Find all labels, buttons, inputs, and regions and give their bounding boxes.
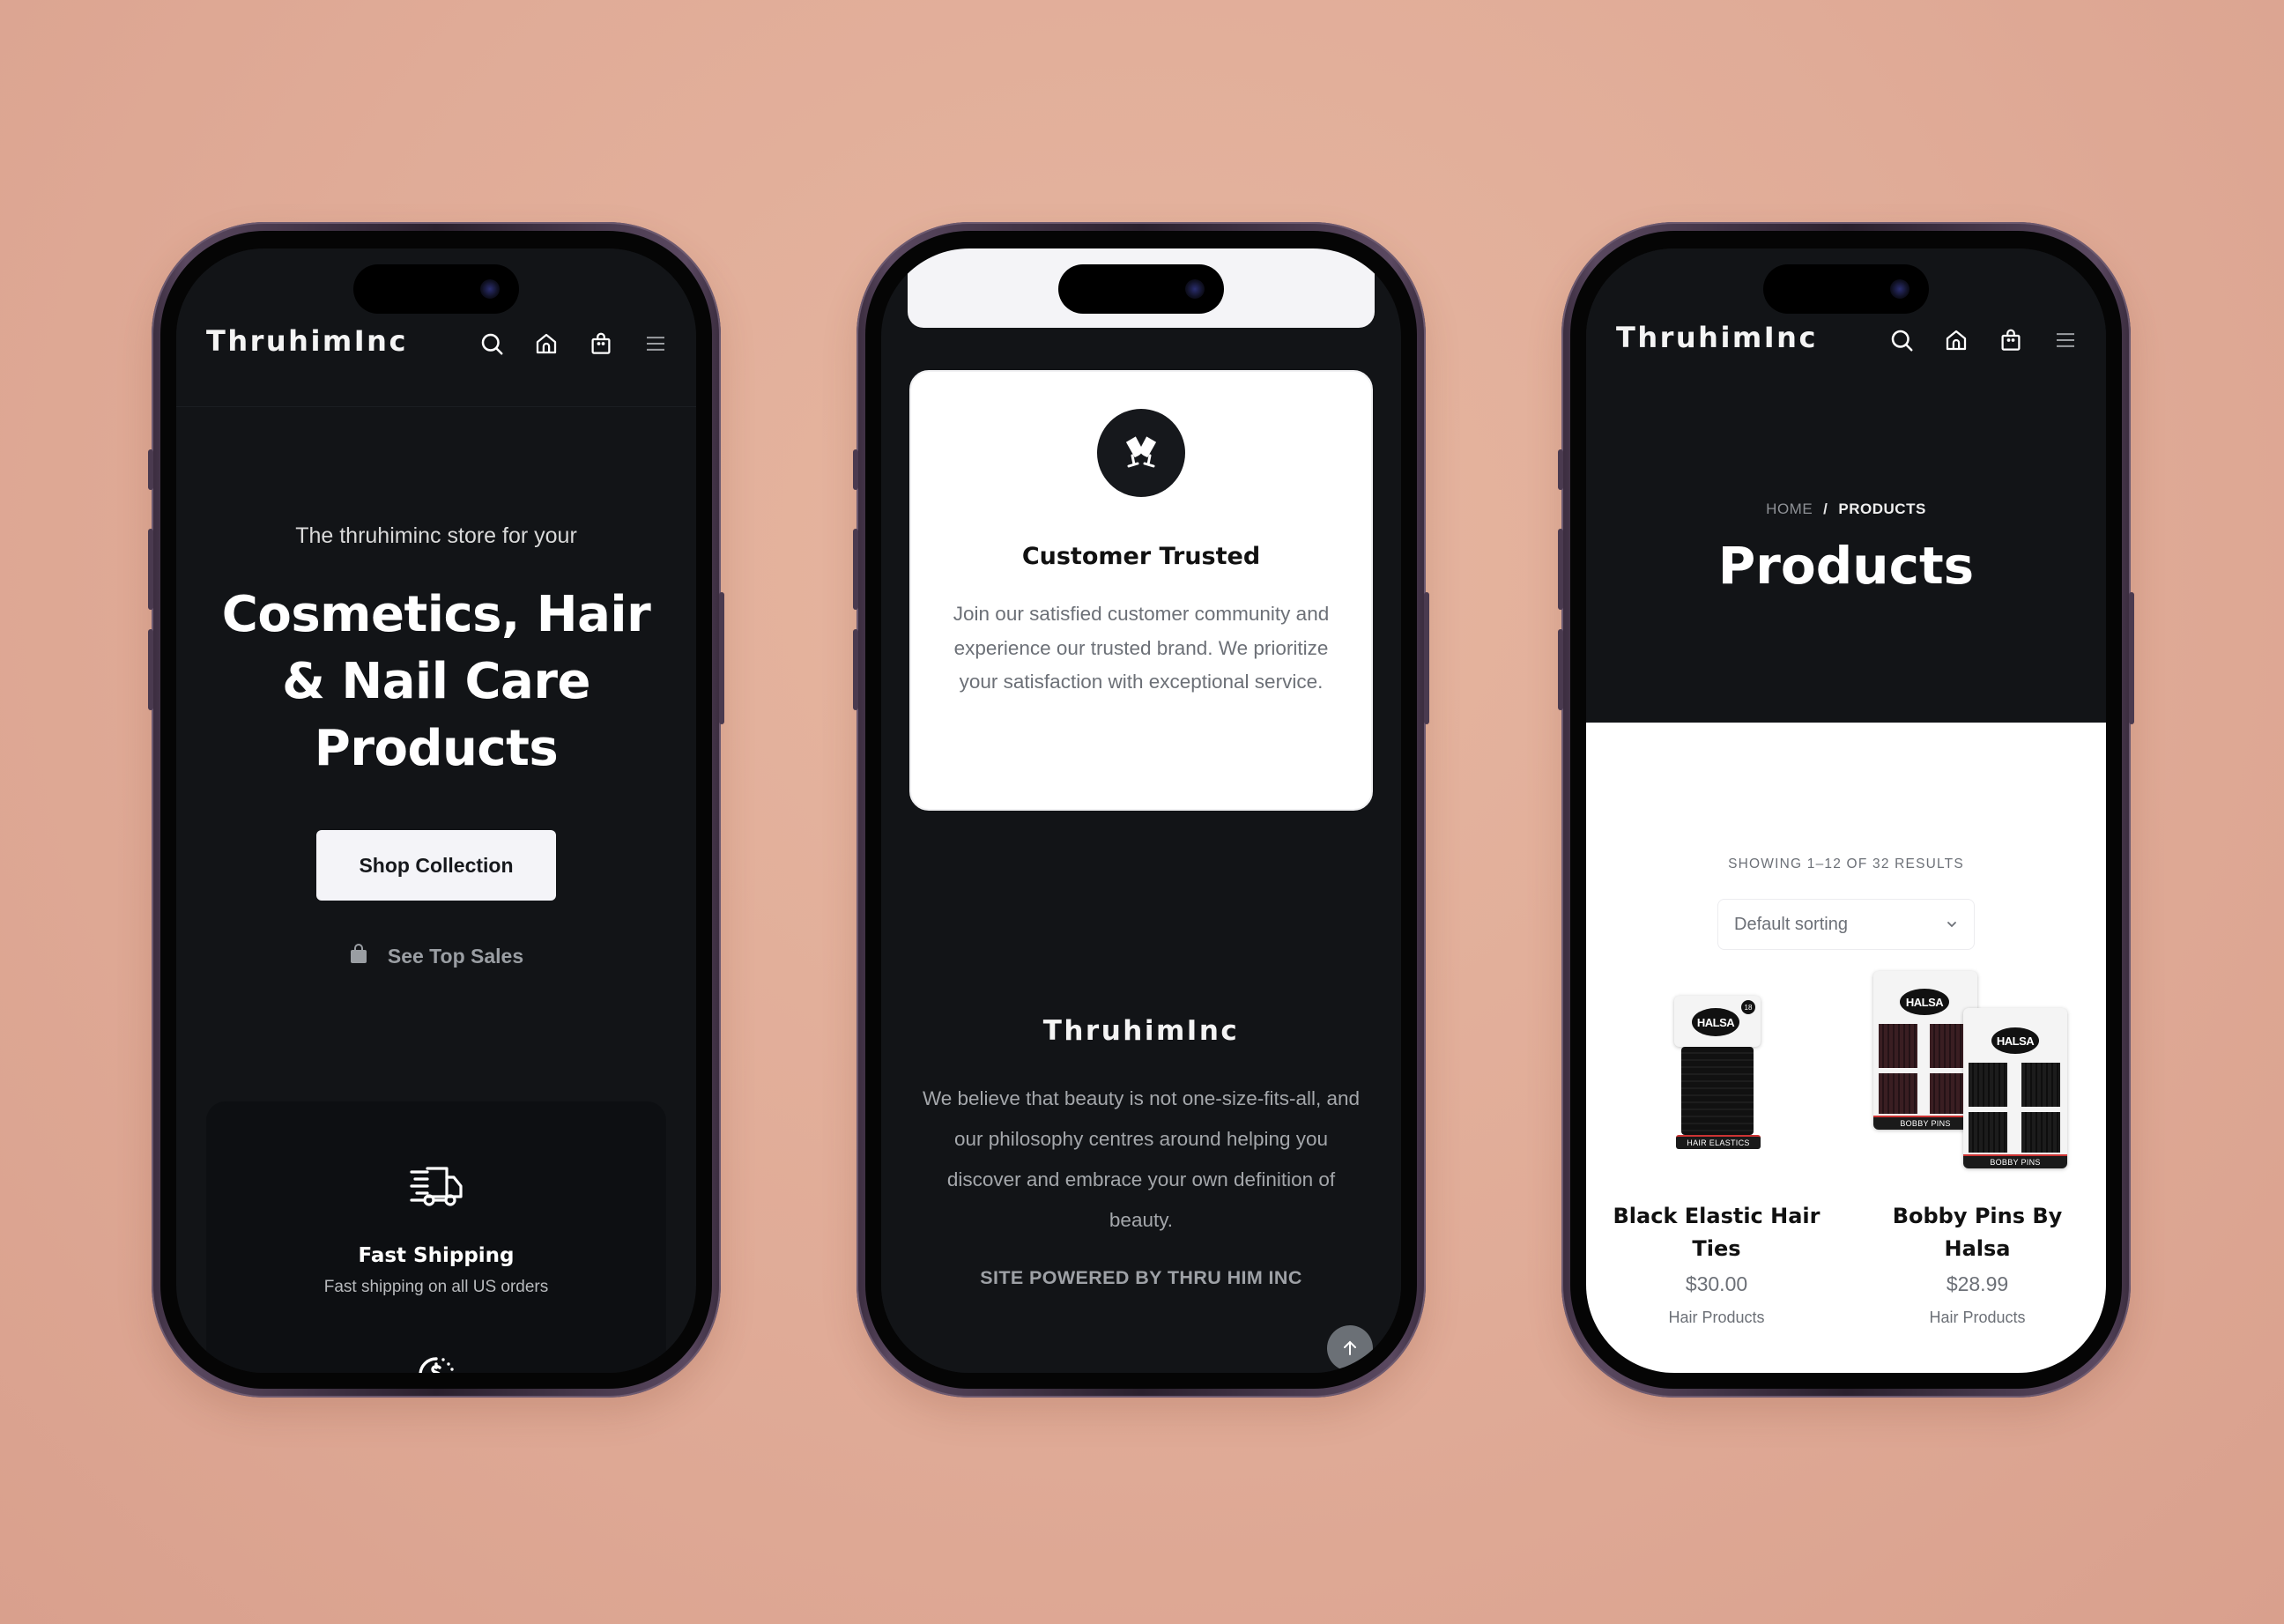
- product-price: $28.99: [1946, 1272, 2009, 1295]
- feature-card-customer-trusted: Customer Trusted Join our satisfied cust…: [909, 370, 1373, 811]
- bobby-pin-set: [1879, 1073, 1917, 1114]
- scroll-to-top-button[interactable]: [1327, 1325, 1373, 1371]
- package-label: BOBBY PINS: [1873, 1116, 1977, 1130]
- volume-up-button: [148, 529, 153, 610]
- camera-icon: [1185, 279, 1205, 299]
- screen-about: Customer Trusted Join our satisfied cust…: [881, 248, 1401, 1373]
- dynamic-island: [353, 264, 519, 314]
- home-icon[interactable]: [1942, 326, 1970, 354]
- shop-collection-button[interactable]: Shop Collection: [316, 830, 556, 901]
- product-category[interactable]: Hair Products: [1859, 1309, 2095, 1327]
- bobby-pin-set: [1969, 1063, 2007, 1107]
- breadcrumb-home-link[interactable]: HOME: [1766, 501, 1813, 518]
- product-name[interactable]: Bobby Pins By Halsa: [1859, 1200, 2095, 1265]
- power-button: [719, 592, 724, 724]
- see-top-sales-link[interactable]: See Top Sales: [176, 943, 696, 969]
- camera-icon: [480, 279, 500, 299]
- power-button: [2129, 592, 2134, 724]
- site-logo[interactable]: ThruhimInc: [206, 324, 408, 358]
- feature-card-fast-shipping: Fast Shipping Fast shipping on all US or…: [206, 1101, 666, 1373]
- sort-dropdown[interactable]: Default sorting: [1717, 899, 1975, 950]
- brand-logo: HALSA: [1692, 1008, 1739, 1036]
- coin-clock-icon: [417, 1355, 456, 1373]
- hair-elastics-bundle: [1681, 1047, 1754, 1135]
- product-card[interactable]: HALSA BOBBY PINS HALSA BOBBY PINS Bobby …: [1859, 971, 2095, 1327]
- toast-glasses-icon: [1097, 409, 1185, 497]
- action-button: [148, 449, 153, 490]
- volume-up-button: [853, 529, 858, 610]
- product-image[interactable]: HALSA BOBBY PINS HALSA BOBBY PINS: [1859, 971, 2095, 1177]
- bobby-pin-set: [1879, 1024, 1917, 1068]
- footer-logo[interactable]: ThruhimInc: [881, 1015, 1401, 1047]
- feature-description: Join our satisfied customer community an…: [953, 603, 1330, 693]
- action-button: [853, 449, 858, 490]
- feature-description: Fast shipping on all US orders: [323, 1278, 549, 1296]
- arrow-up-icon: [1344, 1340, 1356, 1355]
- sort-selected-value: Default sorting: [1734, 914, 1848, 934]
- phone-mockup-about: Customer Trusted Join our satisfied cust…: [853, 222, 1429, 1398]
- package-label: BOBBY PINS: [1963, 1154, 2067, 1168]
- dynamic-island: [1058, 264, 1224, 314]
- screen-products: ThruhimInc HOME / PRODUCTS Products SHOW…: [1586, 248, 2106, 1373]
- feature-title: Customer Trusted: [1021, 543, 1261, 570]
- shopping-bag-icon[interactable]: [587, 330, 615, 358]
- package-back: HALSA BOBBY PINS: [1873, 971, 1977, 1130]
- product-price: $30.00: [1685, 1272, 1748, 1295]
- volume-down-button: [1558, 629, 1563, 710]
- page-hero: ThruhimInc HOME / PRODUCTS Products: [1586, 248, 2106, 723]
- phone-mockup-home: ThruhimInc The thruhiminc store for your…: [148, 222, 724, 1398]
- product-name[interactable]: Black Elastic Hair Ties: [1598, 1200, 1835, 1265]
- see-top-sales-label: See Top Sales: [387, 944, 524, 968]
- delivery-truck-icon: [408, 1165, 464, 1211]
- volume-down-button: [148, 629, 153, 710]
- phone-mockup-products: ThruhimInc HOME / PRODUCTS Products SHOW…: [1558, 222, 2134, 1398]
- search-icon[interactable]: [478, 330, 506, 358]
- product-listing: SHOWING 1–12 OF 32 RESULTS Default sorti…: [1586, 723, 2106, 1373]
- pack-count-badge: 18: [1741, 1000, 1755, 1014]
- brand-logo: HALSA: [1900, 989, 1949, 1015]
- hero-title: Cosmetics, Hair & Nail Care Products: [221, 586, 651, 777]
- chevron-down-icon: [1947, 922, 1956, 928]
- site-footer: ThruhimInc We believe that beauty is not…: [881, 941, 1401, 1373]
- product-card[interactable]: HALSA 18 HAIR ELASTICS Black Elastic Hai…: [1598, 975, 1835, 1327]
- menu-icon[interactable]: [2051, 326, 2080, 354]
- menu-icon[interactable]: [641, 330, 670, 358]
- breadcrumb-current: PRODUCTS: [1838, 501, 1926, 517]
- header-actions: [1887, 326, 2080, 354]
- breadcrumb-separator: /: [1823, 501, 1828, 517]
- footer-description: We believe that beauty is not one-size-f…: [922, 1087, 1361, 1231]
- bobby-pin-set: [2021, 1063, 2060, 1107]
- home-icon[interactable]: [532, 330, 560, 358]
- site-logo[interactable]: ThruhimInc: [1616, 321, 1818, 354]
- results-count: SHOWING 1–12 OF 32 RESULTS: [1728, 856, 1964, 871]
- camera-icon: [1890, 279, 1910, 299]
- volume-up-button: [1558, 529, 1563, 610]
- shopping-bag-icon[interactable]: [1997, 326, 2025, 354]
- page-title: Products: [1717, 536, 1975, 596]
- power-button: [1424, 592, 1429, 724]
- feature-title: Fast Shipping: [358, 1244, 515, 1267]
- header-actions: [478, 330, 670, 358]
- product-category[interactable]: Hair Products: [1598, 1309, 1835, 1327]
- brand-logo: HALSA: [1991, 1027, 2039, 1054]
- powered-by-text: SITE POWERED BY THRU HIM INC: [980, 1267, 1302, 1288]
- action-button: [1558, 449, 1563, 490]
- hero-subtitle: The thruhiminc store for your: [295, 523, 577, 548]
- shopping-bag-icon: [349, 943, 368, 969]
- bobby-pin-set: [2021, 1112, 2060, 1153]
- breadcrumb: HOME / PRODUCTS: [1586, 501, 2106, 518]
- package-front: HALSA BOBBY PINS: [1963, 1008, 2067, 1168]
- bobby-pin-set: [1969, 1112, 2007, 1153]
- product-image[interactable]: HALSA 18 HAIR ELASTICS: [1598, 975, 1835, 1177]
- screen-home: ThruhimInc The thruhiminc store for your…: [176, 248, 696, 1373]
- package-header: HALSA 18: [1674, 996, 1761, 1047]
- volume-down-button: [853, 629, 858, 710]
- dynamic-island: [1763, 264, 1929, 314]
- search-icon[interactable]: [1887, 326, 1916, 354]
- package-label: HAIR ELASTICS: [1676, 1135, 1761, 1149]
